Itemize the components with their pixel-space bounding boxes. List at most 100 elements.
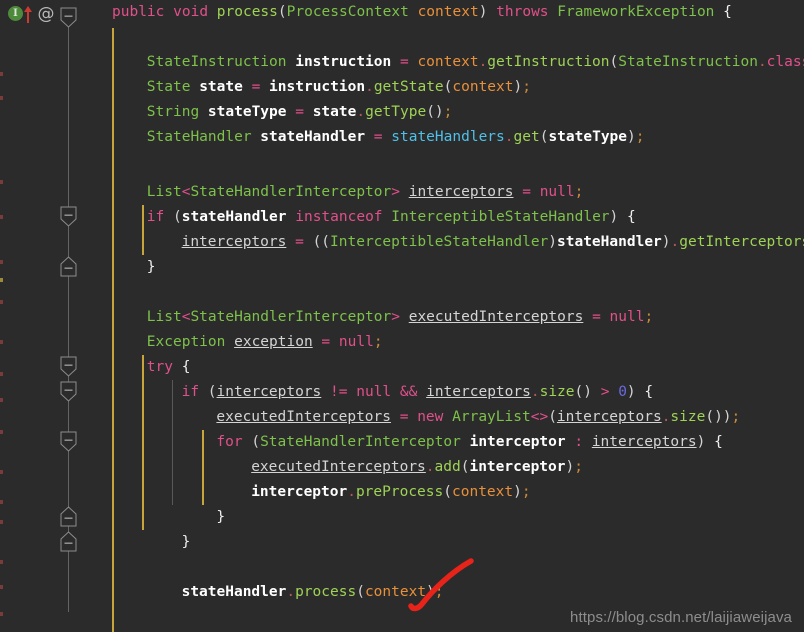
code-token: ; — [443, 104, 453, 120]
code-token: { — [714, 434, 723, 450]
code-line[interactable]: } — [147, 255, 156, 280]
code-token: ( — [173, 209, 182, 225]
code-token: interceptors — [556, 409, 662, 425]
code-line[interactable]: String stateType = state.getType(); — [147, 100, 453, 125]
code-line[interactable]: } — [216, 505, 225, 530]
code-token: { — [644, 384, 654, 400]
code-line[interactable]: try { — [147, 355, 191, 380]
code-line[interactable]: executedInterceptors.add(interceptor); — [251, 455, 583, 480]
code-line[interactable]: interceptor.preProcess(context); — [251, 480, 530, 505]
fold-marker-try-end-icon[interactable] — [60, 531, 77, 552]
code-token: () — [574, 384, 592, 400]
code-token: ; — [434, 584, 444, 600]
error-stripe — [0, 585, 3, 589]
code-token: get — [513, 129, 540, 145]
code-token: context — [452, 484, 514, 500]
site-watermark: https://blog.csdn.net/laijiaweijava — [570, 609, 792, 626]
code-line[interactable]: interceptors = ((InterceptibleStateHandl… — [182, 230, 804, 255]
fold-marker-for-end-icon[interactable] — [60, 506, 77, 527]
code-token: . — [670, 234, 680, 250]
fold-marker-for-start-icon[interactable] — [60, 431, 77, 452]
code-token: state — [312, 104, 357, 120]
code-token: null — [609, 309, 645, 325]
code-line[interactable]: public void process(ProcessContext conte… — [112, 0, 732, 25]
code-token: ( — [251, 434, 261, 450]
override-arrow-icon[interactable] — [22, 3, 34, 25]
code-token: ; — [574, 184, 584, 200]
code-token: = — [295, 234, 304, 250]
error-stripe — [0, 560, 3, 564]
code-line[interactable]: StateInstruction instruction = context.g… — [147, 50, 804, 75]
code-token: String — [146, 104, 200, 120]
code-token: 0 — [618, 384, 627, 400]
fold-marker-try-start-icon[interactable] — [60, 356, 77, 377]
code-token: . — [365, 79, 374, 95]
code-line[interactable]: if (interceptors != null && interceptors… — [182, 380, 654, 405]
code-token: null — [356, 384, 392, 400]
code-token: . — [757, 54, 767, 70]
code-token: size — [670, 409, 706, 425]
code-token: InterceptibleStateHandler — [330, 234, 549, 250]
fold-marker-if-start-icon[interactable] — [60, 206, 77, 227]
code-line[interactable]: Exception exception = null; — [147, 330, 383, 355]
code-editor[interactable]: I @ public void process(ProcessContext c… — [0, 0, 804, 632]
code-line[interactable]: StateHandler stateHandler = stateHandler… — [147, 125, 645, 150]
code-token: ; — [731, 409, 741, 425]
code-token: ) — [548, 234, 558, 250]
code-token: = — [321, 334, 331, 350]
indent-guide — [202, 430, 204, 505]
code-line[interactable]: executedInterceptors = new ArrayList<>(i… — [216, 405, 740, 430]
code-line[interactable]: } — [182, 530, 191, 555]
code-token: ( — [356, 584, 365, 600]
fold-marker-method-start-icon[interactable] — [60, 7, 77, 28]
code-token: size — [539, 384, 575, 400]
code-line[interactable]: List<StateHandlerInterceptor> intercepto… — [147, 180, 584, 205]
editor-gutter[interactable]: I @ — [0, 0, 108, 632]
code-token: ) — [565, 459, 575, 475]
code-line[interactable]: State state = instruction.getState(conte… — [147, 75, 531, 100]
code-token: (( — [312, 234, 331, 250]
code-token: stateHandler — [181, 584, 287, 600]
code-token: Exception — [146, 334, 226, 350]
code-token: ) — [513, 484, 522, 500]
error-stripe — [0, 72, 3, 76]
code-token: add — [434, 459, 461, 475]
code-token: ; — [522, 79, 531, 95]
code-content[interactable]: public void process(ProcessContext conte… — [108, 0, 804, 632]
error-stripe — [0, 215, 3, 219]
error-stripe — [0, 340, 3, 344]
annotation-at-icon[interactable]: @ — [36, 4, 56, 24]
code-line[interactable]: for (StateHandlerInterceptor interceptor… — [216, 430, 722, 455]
code-token: { — [723, 4, 732, 20]
code-line[interactable]: stateHandler.process(context); — [182, 580, 444, 605]
code-token: InterceptibleStateHandler — [391, 209, 610, 225]
error-stripe — [0, 180, 3, 184]
error-stripe — [0, 612, 3, 616]
code-token: StateHandlerInterceptor — [260, 434, 461, 450]
code-token: public — [112, 4, 165, 20]
fold-marker-if-inner-start-icon[interactable] — [60, 381, 77, 402]
code-token: ( — [548, 409, 557, 425]
implementation-marker-icon[interactable]: I — [8, 6, 23, 21]
code-line[interactable]: if (stateHandler instanceof Interceptibl… — [147, 205, 636, 230]
code-token: getState — [373, 79, 444, 95]
fold-marker-if-end-icon[interactable] — [60, 256, 77, 277]
code-token: <> — [530, 409, 549, 425]
code-line[interactable]: List<StateHandlerInterceptor> executedIn… — [147, 305, 653, 330]
code-token: stateHandler — [557, 234, 662, 250]
